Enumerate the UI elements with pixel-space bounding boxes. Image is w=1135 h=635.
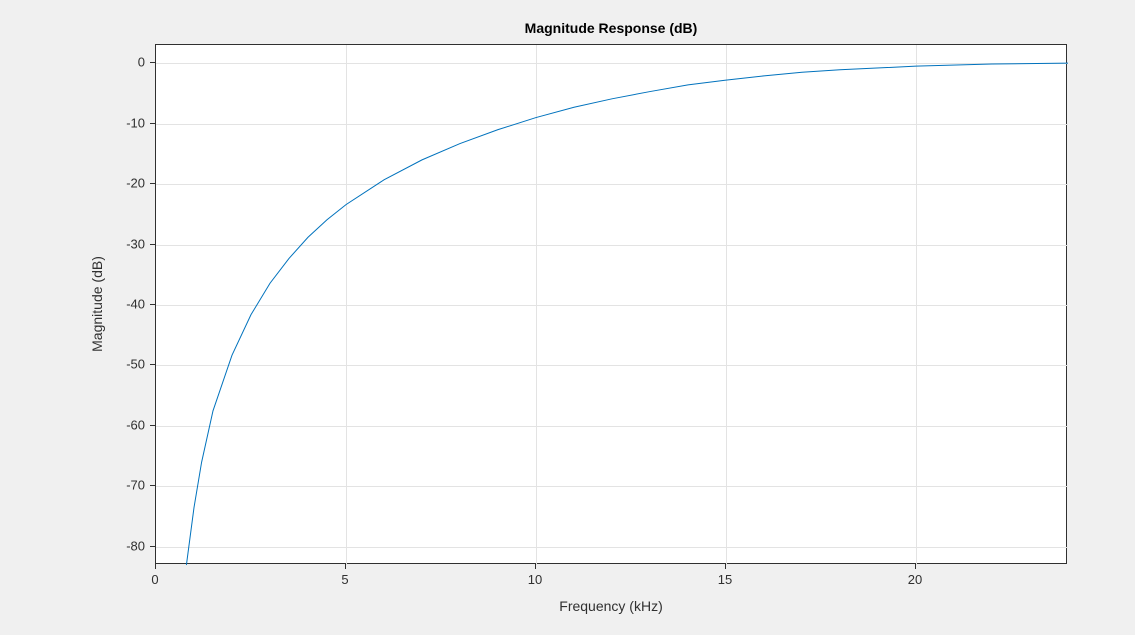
y-tick: [150, 183, 155, 184]
x-tick: [535, 564, 536, 569]
axes[interactable]: [155, 44, 1067, 564]
x-tick-label: 20: [908, 572, 922, 587]
y-tick: [150, 62, 155, 63]
y-tick-label: -40: [126, 297, 145, 312]
y-tick: [150, 123, 155, 124]
x-tick: [155, 564, 156, 569]
x-tick-label: 15: [718, 572, 732, 587]
y-tick-label: -30: [126, 236, 145, 251]
y-tick-label: -60: [126, 417, 145, 432]
y-tick: [150, 304, 155, 305]
response-curve: [156, 45, 1068, 565]
y-tick-label: 0: [138, 55, 145, 70]
y-tick-label: -10: [126, 115, 145, 130]
y-tick-label: -70: [126, 478, 145, 493]
figure-window: Magnitude Response (dB) Frequency (kHz) …: [0, 0, 1135, 635]
x-tick-label: 10: [528, 572, 542, 587]
y-tick-label: -20: [126, 176, 145, 191]
y-tick: [150, 244, 155, 245]
x-tick: [345, 564, 346, 569]
x-tick-label: 0: [151, 572, 158, 587]
y-tick: [150, 364, 155, 365]
chart-title: Magnitude Response (dB): [525, 20, 698, 36]
x-tick-label: 5: [341, 572, 348, 587]
y-tick: [150, 485, 155, 486]
y-tick-label: -80: [126, 538, 145, 553]
y-tick: [150, 425, 155, 426]
y-axis-label: Magnitude (dB): [89, 256, 105, 352]
y-tick-label: -50: [126, 357, 145, 372]
y-tick: [150, 546, 155, 547]
x-axis-label: Frequency (kHz): [559, 598, 662, 614]
x-tick: [725, 564, 726, 569]
x-tick: [915, 564, 916, 569]
